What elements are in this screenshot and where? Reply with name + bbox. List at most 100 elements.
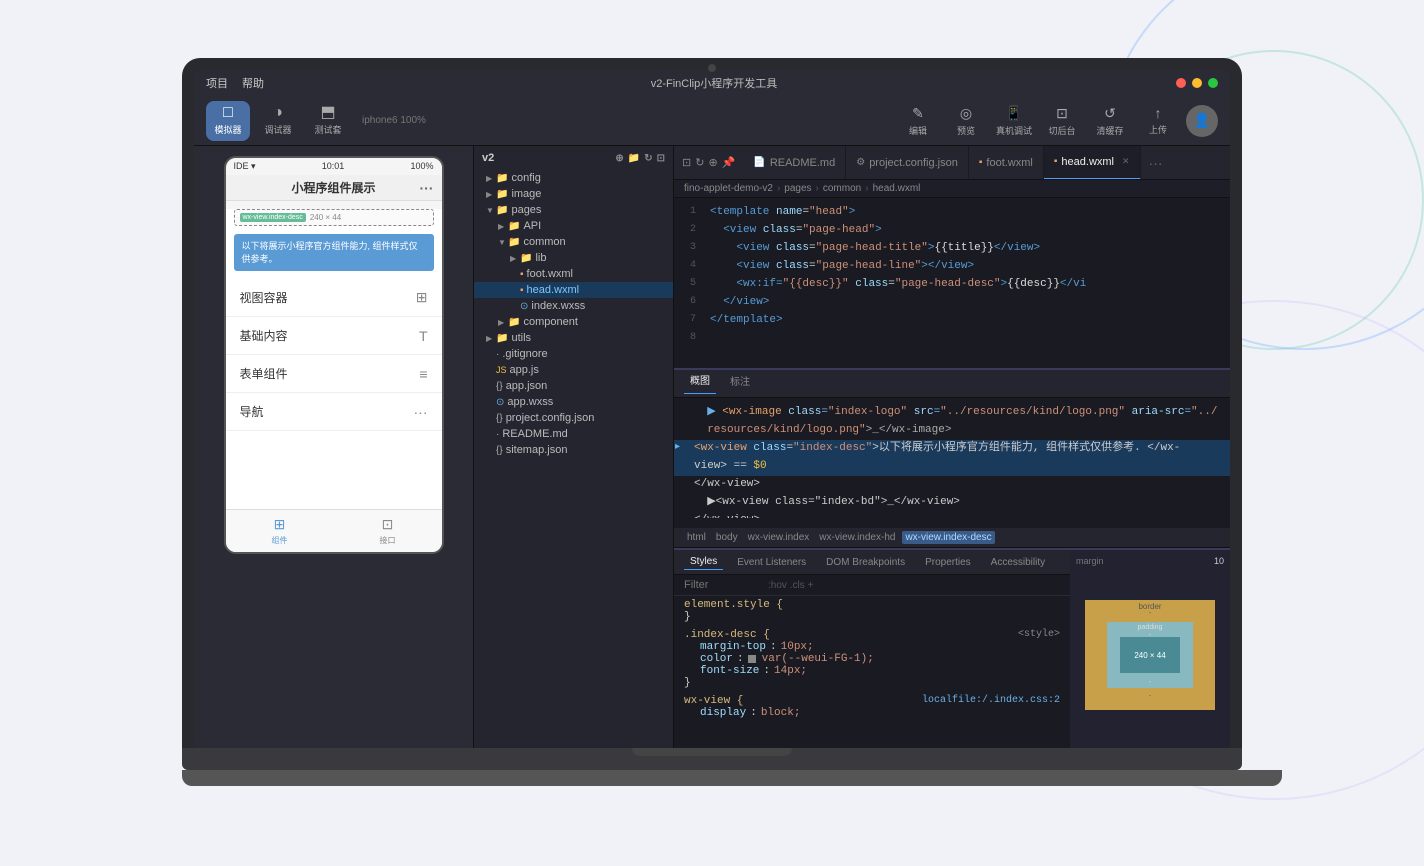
tree-item-app-js[interactable]: ▶ JS app.js (474, 362, 673, 378)
tree-item-lib[interactable]: ▶ 📁 lib (474, 250, 673, 266)
foot-tab-label: foot.wxml (986, 157, 1032, 169)
tree-item-component[interactable]: ▶ 📁 component (474, 314, 673, 330)
phone-menu-item-3[interactable]: 导航 ··· (226, 393, 442, 431)
box-content-size: 240 × 44 (1134, 651, 1165, 660)
toolbar-btn-debug[interactable]: ◑ 调试器 (256, 101, 300, 141)
path-wx-view-desc[interactable]: wx-view.index-desc (902, 531, 994, 544)
phone-title-bar: 小程序组件展示 ··· (226, 175, 442, 201)
simulator-label: 模拟器 (214, 123, 241, 136)
style-selector-wx-view: wx-view { (684, 695, 743, 707)
tab-head-wxml[interactable]: ▪ head.wxml ✕ (1044, 146, 1141, 180)
tab-project-config[interactable]: ⚙ project.config.json (846, 146, 969, 180)
highlight-label: wx-view.index-desc (240, 213, 306, 222)
debug-icon: ◑ (273, 105, 283, 121)
highlight-size: 240 × 44 (310, 213, 341, 222)
tree-item-readme[interactable]: ▶ · README.md (474, 426, 673, 442)
refresh-btn[interactable]: ↻ (644, 153, 652, 164)
tree-item-index-wxss[interactable]: ▶ ⊙ index.wxss (474, 298, 673, 314)
new-file-btn[interactable]: ⊕ (615, 153, 623, 164)
action-edit[interactable]: ✎ 编辑 (898, 105, 938, 137)
action-preview[interactable]: ◎ 预览 (946, 105, 986, 137)
breadcrumb-root[interactable]: fino-applet-demo-v2 (684, 183, 773, 194)
path-wx-view-index[interactable]: wx-view.index (745, 531, 813, 544)
style-selector-index-desc: .index-desc { (684, 629, 770, 641)
tree-item-head-wxml[interactable]: ▶ ▪ head.wxml (474, 282, 673, 298)
style-brace-close2: } (684, 677, 691, 689)
tree-item-project-config[interactable]: ▶ {} project.config.json (474, 410, 673, 426)
laptop-foot (182, 770, 1282, 786)
nav-api-label: 接口 (380, 535, 396, 546)
tree-item-app-json[interactable]: ▶ {} app.json (474, 378, 673, 394)
upload-label: 上传 (1149, 123, 1167, 136)
styles-tab-events[interactable]: Event Listeners (731, 555, 812, 570)
second-tab-annotation[interactable]: 标注 (724, 374, 756, 394)
action-clear-cache[interactable]: ↺ 清缓存 (1090, 105, 1130, 137)
tree-item-pages[interactable]: ▼ 📁 pages (474, 202, 673, 218)
tree-item-gitignore[interactable]: ▶ · .gitignore (474, 346, 673, 362)
tree-item-api[interactable]: ▶ 📁 API (474, 218, 673, 234)
tree-item-app-wxss[interactable]: ▶ ⊙ app.wxss (474, 394, 673, 410)
breadcrumb-pages[interactable]: pages (784, 183, 811, 194)
tab-foot-wxml[interactable]: ▪ foot.wxml (969, 146, 1044, 180)
code-editor[interactable]: 1 <template name="head"> 2 <view class="… (674, 198, 1230, 368)
phone-menu-item-2[interactable]: 表单组件 ≡ (226, 355, 442, 393)
style-prop-font-size: font-size (700, 665, 759, 677)
tree-item-utils[interactable]: ▶ 📁 utils (474, 330, 673, 346)
path-html[interactable]: html (684, 531, 709, 544)
tree-item-sitemap[interactable]: ▶ {} sitemap.json (474, 442, 673, 458)
breadcrumb-common[interactable]: common (823, 183, 861, 194)
win-minimize[interactable] (1192, 78, 1202, 88)
style-prop-margin-top: margin-top (700, 641, 766, 653)
styles-tab-styles[interactable]: Styles (684, 554, 723, 570)
breadcrumb-file[interactable]: head.wxml (873, 183, 921, 194)
breadcrumb-sep-2: › (816, 183, 819, 194)
box-border-bottom: - (1149, 693, 1151, 700)
menu-item-help[interactable]: 帮助 (242, 75, 264, 91)
path-wx-view-hd[interactable]: wx-view.index-hd (816, 531, 898, 544)
new-folder-btn[interactable]: 📁 (628, 153, 640, 164)
phone-desc-text: 以下将展示小程序官方组件能力, 组件样式仅供参考。 (242, 241, 418, 264)
head-tab-close[interactable]: ✕ (1122, 156, 1130, 167)
menu-item-project[interactable]: 项目 (206, 75, 228, 91)
style-block-index-desc: .index-desc { <style> margin-top : 10px; (674, 626, 1070, 692)
second-tab-overview[interactable]: 概图 (684, 373, 716, 394)
style-source-wx-view[interactable]: localfile:/.index.css:2 (922, 695, 1060, 707)
tree-item-config[interactable]: ▶ 📁 config (474, 170, 673, 186)
phone-nav-api[interactable]: ⊡ 接口 (334, 510, 442, 552)
action-device-debug[interactable]: 📱 真机调试 (994, 105, 1034, 137)
folder-icon-lib: 📁 (520, 253, 532, 264)
menu-item-label-3: 导航 (240, 403, 264, 420)
styles-tab-accessibility[interactable]: Accessibility (985, 555, 1051, 570)
win-maximize[interactable] (1208, 78, 1218, 88)
tree-item-image[interactable]: ▶ 📁 image (474, 186, 673, 202)
user-avatar[interactable]: 👤 (1186, 105, 1218, 137)
phone-more-icon[interactable]: ··· (420, 180, 434, 196)
path-body[interactable]: body (713, 531, 741, 544)
foot-tab-icon: ▪ (979, 157, 983, 168)
toolbar-btn-simulator[interactable]: □ 模拟器 (206, 101, 250, 141)
folder-icon-pages: 📁 (496, 205, 508, 216)
tree-item-foot-wxml[interactable]: ▶ ▪ foot.wxml (474, 266, 673, 282)
toolbar-btn-test[interactable]: ⬒ 测试套 (306, 101, 350, 141)
action-background[interactable]: ⊡ 切后台 (1042, 105, 1082, 137)
styles-filter-input[interactable] (684, 579, 764, 591)
styles-tab-dom[interactable]: DOM Breakpoints (820, 555, 911, 570)
styles-tab-properties[interactable]: Properties (919, 555, 977, 570)
laptop-container: 项目 帮助 v2-FinClip小程序开发工具 □ 模拟器 (182, 58, 1242, 808)
action-upload[interactable]: ↑ 上传 (1138, 105, 1178, 136)
tab-readme[interactable]: 📄 README.md (743, 146, 846, 180)
win-close[interactable] (1176, 78, 1186, 88)
html-editor[interactable]: ▶ <wx-image class="index-logo" src="../r… (674, 398, 1230, 518)
tree-item-common[interactable]: ▼ 📁 common (474, 234, 673, 250)
second-editor-header: 概图 标注 (674, 370, 1230, 398)
phone-nav-components[interactable]: ⊞ 组件 (226, 510, 334, 552)
collapse-btn[interactable]: ⊡ (657, 153, 665, 164)
laptop-camera (708, 64, 716, 72)
head-tab-icon: ▪ (1054, 156, 1058, 167)
code-line-7: 7 </template> (674, 312, 1230, 330)
phone-menu-item-0[interactable]: 视图容器 ⊞ (226, 279, 442, 317)
tab-more[interactable]: ··· (1141, 155, 1171, 171)
second-editor: 概图 标注 ▶ <wx-image class="index-logo" src… (674, 368, 1230, 528)
phone-menu-item-1[interactable]: 基础内容 T (226, 317, 442, 355)
file-tree-root: v2 (482, 152, 494, 164)
